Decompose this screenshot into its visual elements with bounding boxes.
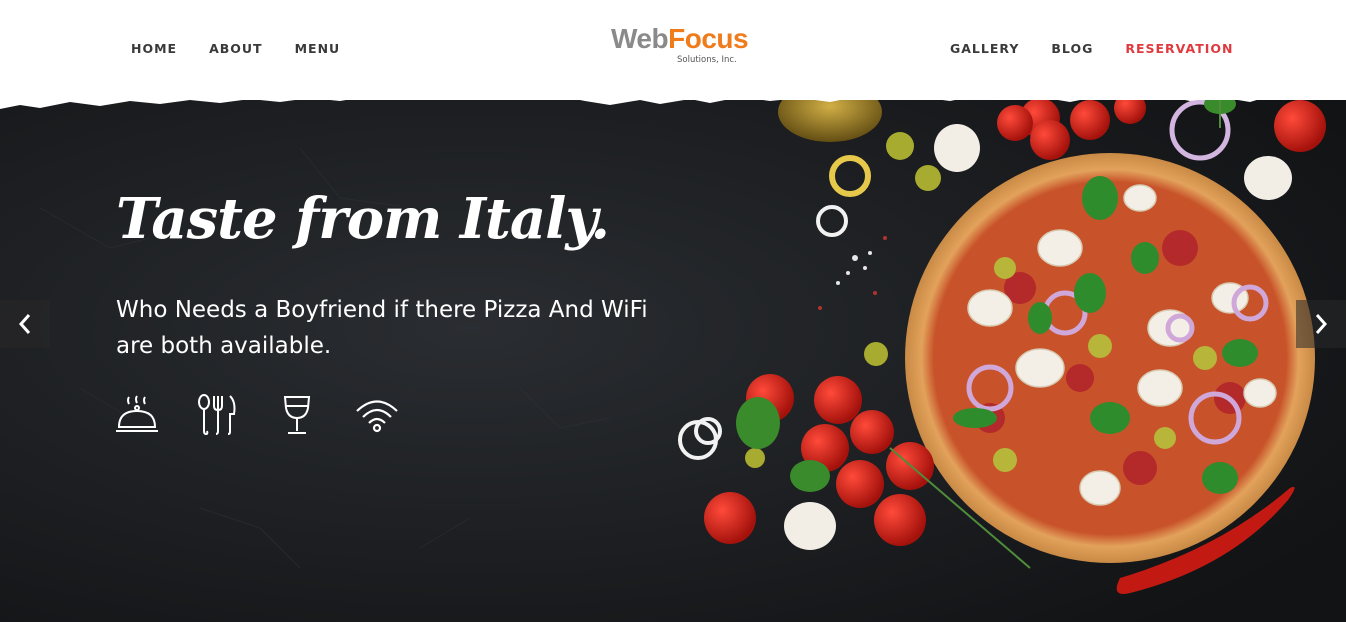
slider-prev-button[interactable] <box>0 300 50 348</box>
logo-subtitle: Solutions, Inc. <box>677 55 737 65</box>
nav-home[interactable]: HOME <box>131 41 177 56</box>
nav-menu[interactable]: MENU <box>295 41 341 56</box>
nav-left: HOME ABOUT MENU <box>131 41 340 56</box>
cutlery-icon <box>198 394 236 436</box>
hero-slider: Taste from Italy. Who Needs a Boyfriend … <box>0 88 1346 622</box>
logo-text-focus: Focus <box>668 23 749 54</box>
wine-glass-icon <box>283 396 311 434</box>
hero-title: Taste from Italy. <box>116 186 610 252</box>
slider-next-button[interactable] <box>1296 300 1346 348</box>
cloche-icon <box>116 395 158 432</box>
hero-subtitle: Who Needs a Boyfriend if there Pizza And… <box>116 297 648 359</box>
wifi-icon <box>356 400 398 433</box>
nav-right: GALLERY BLOG RESERVATION <box>950 41 1233 56</box>
chevron-right-icon <box>1315 314 1328 334</box>
nav-about[interactable]: ABOUT <box>209 41 263 56</box>
brand-logo[interactable]: WebFocus Solutions, Inc. <box>611 23 749 70</box>
nav-blog[interactable]: BLOG <box>1051 41 1093 56</box>
pizza-image <box>678 88 1326 594</box>
site-header: HOME ABOUT MENU WebFocus Solutions, Inc.… <box>0 0 1346 100</box>
nav-gallery[interactable]: GALLERY <box>950 41 1019 56</box>
feature-icons <box>114 394 400 436</box>
nav-reservation[interactable]: RESERVATION <box>1125 41 1233 56</box>
logo-text-web: Web <box>611 23 669 54</box>
chevron-left-icon <box>18 314 31 334</box>
